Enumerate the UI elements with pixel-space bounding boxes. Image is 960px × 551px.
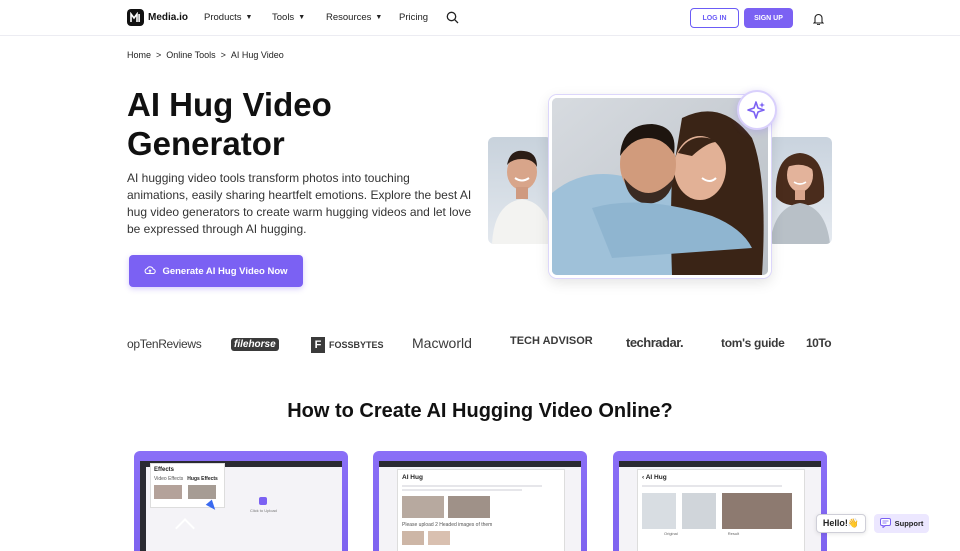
breadcrumb: Home > Online Tools > AI Hug Video xyxy=(127,50,284,60)
dialog-title: ‹ AI Hug xyxy=(642,474,800,481)
couple-hugging-image xyxy=(549,95,771,278)
app-toolbar xyxy=(619,461,821,467)
press-logo: F FOSSBYTES xyxy=(311,337,384,353)
press-logo: filehorse xyxy=(231,338,279,351)
dialog-description-line xyxy=(642,485,782,487)
effects-tabs: Video Effects Hugs Effects xyxy=(154,476,221,482)
cloud-upload-icon xyxy=(144,265,157,278)
nav-pricing-label: Pricing xyxy=(399,12,429,23)
sample-thumbnail[interactable] xyxy=(402,496,444,518)
chat-icon xyxy=(879,517,891,530)
generate-hug-video-button[interactable]: Generate AI Hug Video Now xyxy=(129,255,303,287)
step-card-1: Effects Video Effects Hugs Effects Click … xyxy=(134,451,348,551)
nav-tools[interactable]: Tools ▼ xyxy=(272,12,305,23)
step-2-screenshot: AI Hug Please upload 2 Headed images of … xyxy=(379,461,581,551)
nav-resources-label: Resources xyxy=(326,12,372,23)
effect-thumbnails xyxy=(154,485,221,499)
original-man-thumbnail xyxy=(642,493,676,529)
press-logo: opTenReviews xyxy=(127,337,202,351)
original-woman-thumbnail xyxy=(682,493,716,529)
sample-thumbnail[interactable] xyxy=(448,496,490,518)
press-logo: Macworld xyxy=(412,335,472,351)
chevron-down-icon: ▼ xyxy=(298,14,306,21)
search-icon[interactable] xyxy=(446,11,459,29)
press-logo: tom's guide xyxy=(721,336,785,350)
result-hug-thumbnail[interactable] xyxy=(722,493,792,529)
breadcrumb-home[interactable]: Home xyxy=(127,50,151,60)
support-label: Support xyxy=(894,519,924,528)
breadcrumb-current: AI Hug Video xyxy=(230,50,284,60)
nav-tools-label: Tools xyxy=(272,12,295,23)
press-logo: TECH ADVISOR xyxy=(510,335,593,347)
dialog-description-line xyxy=(402,489,522,491)
hello-chat-bubble[interactable]: Hello!👋 xyxy=(816,514,866,533)
upload-icon xyxy=(259,497,268,505)
ai-hug-dialog: AI Hug Please upload 2 Headed images of … xyxy=(397,469,565,551)
tab-video-effects[interactable]: Video Effects xyxy=(154,476,183,482)
step-card-2: AI Hug Please upload 2 Headed images of … xyxy=(373,451,587,551)
page-title: AI Hug Video Generator xyxy=(127,86,332,162)
chevron-down-icon: ▼ xyxy=(375,14,383,21)
brand-logo[interactable]: Media.io xyxy=(127,9,188,26)
cta-label: Generate AI Hug Video Now xyxy=(162,265,288,277)
upload-note: Please upload 2 Headed images of them xyxy=(402,522,493,528)
nav-products[interactable]: Products ▼ xyxy=(204,12,252,23)
media-io-logo-icon xyxy=(127,9,144,26)
result-labels: Original Result xyxy=(642,531,800,536)
face-slot[interactable] xyxy=(428,531,450,545)
nav-products-label: Products xyxy=(204,12,242,23)
upload-text: Click to Upload xyxy=(250,508,277,513)
dialog-title-label: AI Hug xyxy=(645,474,667,481)
nav-pricing[interactable]: Pricing xyxy=(399,12,428,23)
tab-hugs-effects[interactable]: Hugs Effects xyxy=(187,476,218,482)
support-button[interactable]: Support xyxy=(874,514,929,533)
man-portrait-image xyxy=(488,137,552,244)
effect-thumbnail[interactable] xyxy=(188,485,216,499)
breadcrumb-separator: > xyxy=(156,50,162,60)
uploaded-faces xyxy=(402,531,560,545)
dialog-title: AI Hug xyxy=(402,474,423,481)
arrow-up-icon xyxy=(175,518,195,538)
chevron-down-icon: ▼ xyxy=(245,14,253,21)
upload-area[interactable]: Click to Upload xyxy=(250,497,277,513)
hero-description: AI hugging video tools transform photos … xyxy=(127,171,472,236)
sample-thumbnails xyxy=(402,496,560,518)
ai-hug-result-dialog: ‹ AI Hug Original Result xyxy=(637,469,805,551)
press-logos-strip: opTenReviews filehorse F FOSSBYTES Macwor… xyxy=(127,332,833,358)
bell-icon[interactable] xyxy=(812,12,825,30)
woman-portrait-image xyxy=(768,137,832,244)
face-slot[interactable] xyxy=(402,531,424,545)
original-label: Original xyxy=(664,531,678,536)
step-3-screenshot: ‹ AI Hug Original Result xyxy=(619,461,821,551)
result-label: Result xyxy=(727,531,740,536)
brand-name: Media.io xyxy=(148,12,189,23)
login-button[interactable]: LOG IN xyxy=(690,8,739,28)
ai-sparkle-icon xyxy=(737,90,777,130)
app-toolbar xyxy=(379,461,581,467)
effects-panel-title: Effects xyxy=(154,467,175,473)
step-card-3: ‹ AI Hug Original Result xyxy=(613,451,827,551)
fossbytes-mark-icon: F xyxy=(311,337,325,353)
breadcrumb-separator: > xyxy=(220,50,226,60)
breadcrumb-online-tools[interactable]: Online Tools xyxy=(166,50,215,60)
dialog-description-line xyxy=(402,485,542,487)
result-comparison xyxy=(642,493,800,529)
nav-resources[interactable]: Resources ▼ xyxy=(326,12,382,23)
how-to-heading: How to Create AI Hugging Video Online? xyxy=(287,400,673,422)
step-1-screenshot: Effects Video Effects Hugs Effects Click … xyxy=(140,461,342,551)
signup-button[interactable]: SIGN UP xyxy=(744,8,793,28)
press-logo-label: FOSSBYTES xyxy=(329,340,384,350)
top-navigation: Media.io Products ▼ Tools ▼ Resources ▼ Pri… xyxy=(0,0,960,36)
press-logo: techradar. xyxy=(626,335,684,350)
effect-thumbnail[interactable] xyxy=(154,485,182,499)
press-logo: 10To xyxy=(806,336,832,350)
app-sidebar xyxy=(140,467,146,551)
